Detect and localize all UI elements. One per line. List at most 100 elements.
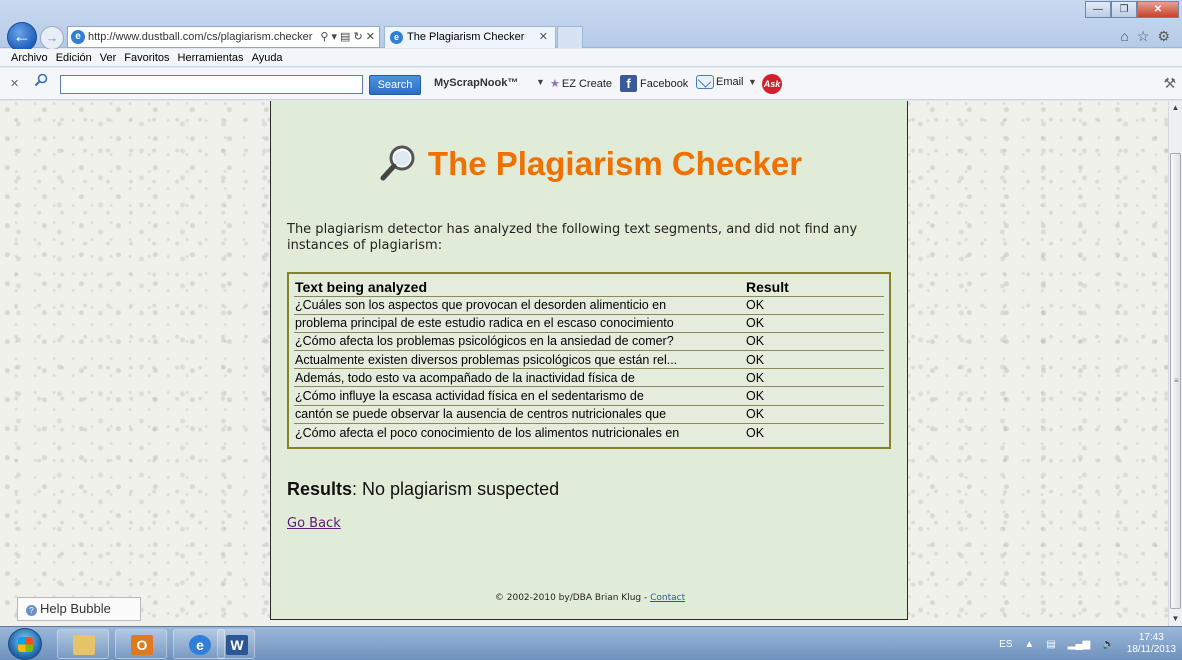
page-viewport: The Plagiarism Checker The plagiarism de… (0, 101, 1168, 626)
star-icon: ★ (550, 78, 560, 90)
results-label: Results (287, 479, 353, 499)
segment-text: ¿Cómo afecta los problemas psicológicos … (294, 332, 742, 352)
maximize-button[interactable]: ❐ (1111, 1, 1137, 18)
email-label: Email (716, 76, 744, 88)
tab-title: The Plagiarism Checker (407, 31, 525, 43)
network-icon[interactable]: ▤ (1046, 639, 1055, 650)
segment-text: cantón se puede observar la ausencia de … (294, 405, 742, 424)
intro-text: The plagiarism detector has analyzed the… (287, 222, 858, 253)
menu-edicion[interactable]: Edición (52, 49, 96, 66)
table-row: ¿Cómo influye la escasa actividad física… (294, 386, 884, 406)
ask-logo-icon[interactable]: Ask (762, 74, 782, 94)
browser-right-icons: ⌂ ☆ ⚙ (1120, 28, 1170, 45)
gear-icon[interactable]: ⚙ (1157, 28, 1170, 45)
magnifier-icon (380, 145, 415, 181)
go-back-link[interactable]: Go Back (287, 516, 341, 531)
ez-create-label: EZ Create (561, 78, 613, 90)
email-button[interactable]: Email (696, 75, 744, 89)
results-table-container: Text being analyzed Result ¿Cuáles son l… (287, 272, 891, 449)
grip-icon: ≡ (1174, 376, 1179, 385)
signal-icon[interactable]: ▂▄▆ (1068, 639, 1090, 650)
ez-create-button[interactable]: ★ EZ Create (550, 77, 612, 90)
volume-icon[interactable]: 🔈 (1102, 639, 1114, 650)
menu-archivo[interactable]: Archivo (7, 49, 52, 66)
minimize-button[interactable]: — (1085, 1, 1111, 18)
windows-logo-icon (18, 637, 33, 652)
results-value: : No plagiarism suspected (352, 479, 560, 499)
menu-bar: Archivo Edición Ver Favoritos Herramient… (0, 49, 1182, 67)
scroll-up-icon[interactable]: ▲ (1169, 101, 1182, 115)
taskbar-word[interactable]: W (217, 629, 255, 659)
segment-text: problema principal de este estudio radic… (294, 314, 742, 333)
menu-ver[interactable]: Ver (96, 49, 121, 66)
close-toolbar-icon[interactable]: ✕ (10, 77, 19, 90)
address-tools-icon[interactable]: ⚲ ▾ ▤ ↻ ✕ (317, 27, 375, 47)
envelope-icon (696, 75, 714, 89)
close-tab-icon[interactable]: ✕ (539, 27, 548, 48)
segment-text: Actualmente existen diversos problemas p… (294, 350, 742, 370)
home-icon[interactable]: ⌂ (1120, 28, 1128, 45)
facebook-button[interactable]: f Facebook (620, 75, 688, 92)
vertical-scrollbar[interactable]: ▲ ≡ ▼ (1168, 101, 1182, 626)
segment-text: ¿Cómo influye la escasa actividad física… (294, 386, 742, 406)
scroll-down-icon[interactable]: ▼ (1169, 612, 1182, 626)
page-title: The Plagiarism Checker (271, 145, 909, 186)
forward-button[interactable]: → (40, 26, 64, 50)
facebook-label: Facebook (640, 77, 689, 90)
content-panel: The Plagiarism Checker The plagiarism de… (270, 101, 908, 620)
footer-copyright: © 2002-2010 by/DBA Brian Klug - (494, 593, 651, 603)
word-icon: W (226, 635, 248, 655)
favorites-star-icon[interactable]: ☆ (1137, 28, 1150, 45)
segment-text: ¿Cómo afecta el poco conocimiento de los… (295, 425, 680, 440)
address-bar[interactable]: e http://www.dustball.com/cs/plagiarism.… (67, 26, 380, 48)
chevron-down-icon[interactable]: ▼ (748, 77, 757, 87)
segment-text: ¿Cuáles son los aspectos que provocan el… (294, 296, 742, 315)
tray-expand-icon[interactable]: ▲ (1024, 639, 1034, 650)
browser-titlebar: ← → e http://www.dustball.com/cs/plagiar… (0, 0, 1182, 52)
taskbar-outlook[interactable]: O (115, 629, 167, 659)
close-window-button[interactable]: ✕ (1137, 1, 1179, 18)
search-icon (34, 73, 48, 87)
help-bubble-label: Help Bubble (40, 601, 111, 616)
menu-herramientas[interactable]: Herramientas (174, 49, 248, 66)
segment-text: Además, todo esto va acompañado de la in… (294, 368, 742, 388)
help-bubble-button[interactable]: ? Help Bubble (17, 597, 141, 621)
table-header-row: Text being analyzed Result (294, 278, 884, 297)
contact-link[interactable]: Contact (650, 593, 685, 603)
back-button[interactable]: ← (7, 22, 37, 52)
table-row: ¿Cómo afecta los problemas psicológicos … (294, 332, 884, 352)
window-controls: — ❐ ✕ (1085, 1, 1179, 18)
wrench-icon[interactable]: ⚒ (1163, 75, 1176, 92)
segment-result: OK (742, 314, 884, 333)
address-url: http://www.dustball.com/cs/plagiarism.ch… (88, 31, 313, 43)
segment-result: OK (742, 368, 884, 388)
segment-result: OK (742, 332, 884, 352)
taskbar-explorer[interactable] (57, 629, 109, 659)
clock-time: 17:43 (1138, 632, 1164, 643)
segment-result: OK (742, 296, 884, 315)
ie-favicon-icon: e (390, 31, 403, 44)
segment-result: OK (742, 386, 884, 406)
start-button[interactable] (8, 628, 42, 660)
menu-ayuda[interactable]: Ayuda (248, 49, 287, 66)
scroll-thumb[interactable]: ≡ (1170, 153, 1181, 609)
language-indicator[interactable]: ES (999, 639, 1012, 650)
table-row: Actualmente existen diversos problemas p… (294, 350, 884, 370)
results-table: Text being analyzed Result ¿Cuáles son l… (294, 278, 884, 442)
tab-plagiarism-checker[interactable]: e The Plagiarism Checker ✕ (384, 26, 556, 48)
myscrapnook-brand[interactable]: MyScrapNook™ (434, 77, 518, 89)
facebook-icon: f (620, 75, 637, 92)
toolbar-search-input[interactable] (60, 75, 363, 94)
menu-favoritos[interactable]: Favoritos (120, 49, 173, 66)
help-icon: ? (26, 605, 37, 616)
chevron-down-icon[interactable]: ▼ (536, 77, 545, 87)
table-row: ¿Cuáles son los aspectos que provocan el… (294, 296, 884, 315)
page-title-text: The Plagiarism Checker (427, 145, 803, 182)
outlook-icon: O (131, 635, 153, 655)
system-tray: ES ▲ ▤ ▂▄▆ 🔈 17:43 18/11/2013 (999, 631, 1176, 657)
clock[interactable]: 17:43 18/11/2013 (1127, 632, 1176, 656)
search-button[interactable]: Search (369, 75, 421, 95)
new-tab-button[interactable] (557, 26, 583, 48)
segment-result: OK (746, 425, 765, 440)
search-toolbar: ✕ Search MyScrapNook™ ▼ ★ EZ Create f Face… (0, 68, 1182, 100)
